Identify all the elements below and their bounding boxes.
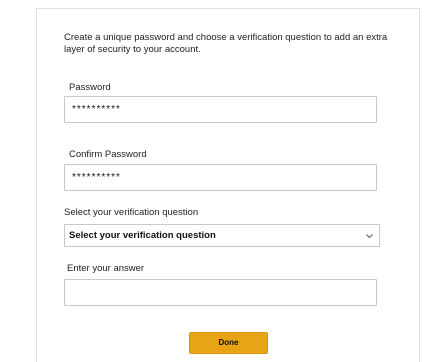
answer-label: Enter your answer xyxy=(67,263,145,274)
confirm-password-field[interactable]: ********** xyxy=(64,164,377,191)
password-label: Password xyxy=(69,82,111,93)
verification-question-selected: Select your verification question xyxy=(69,230,216,241)
password-field[interactable]: ********** xyxy=(64,96,377,123)
chevron-down-icon xyxy=(366,234,373,239)
verification-question-select[interactable]: Select your verification question xyxy=(64,224,380,247)
verification-question-label: Select your verification question xyxy=(64,207,199,218)
confirm-password-label: Confirm Password xyxy=(69,149,147,160)
intro-text: Create a unique password and choose a ve… xyxy=(64,32,388,55)
done-button[interactable]: Done xyxy=(189,332,268,354)
answer-field[interactable] xyxy=(64,279,377,306)
